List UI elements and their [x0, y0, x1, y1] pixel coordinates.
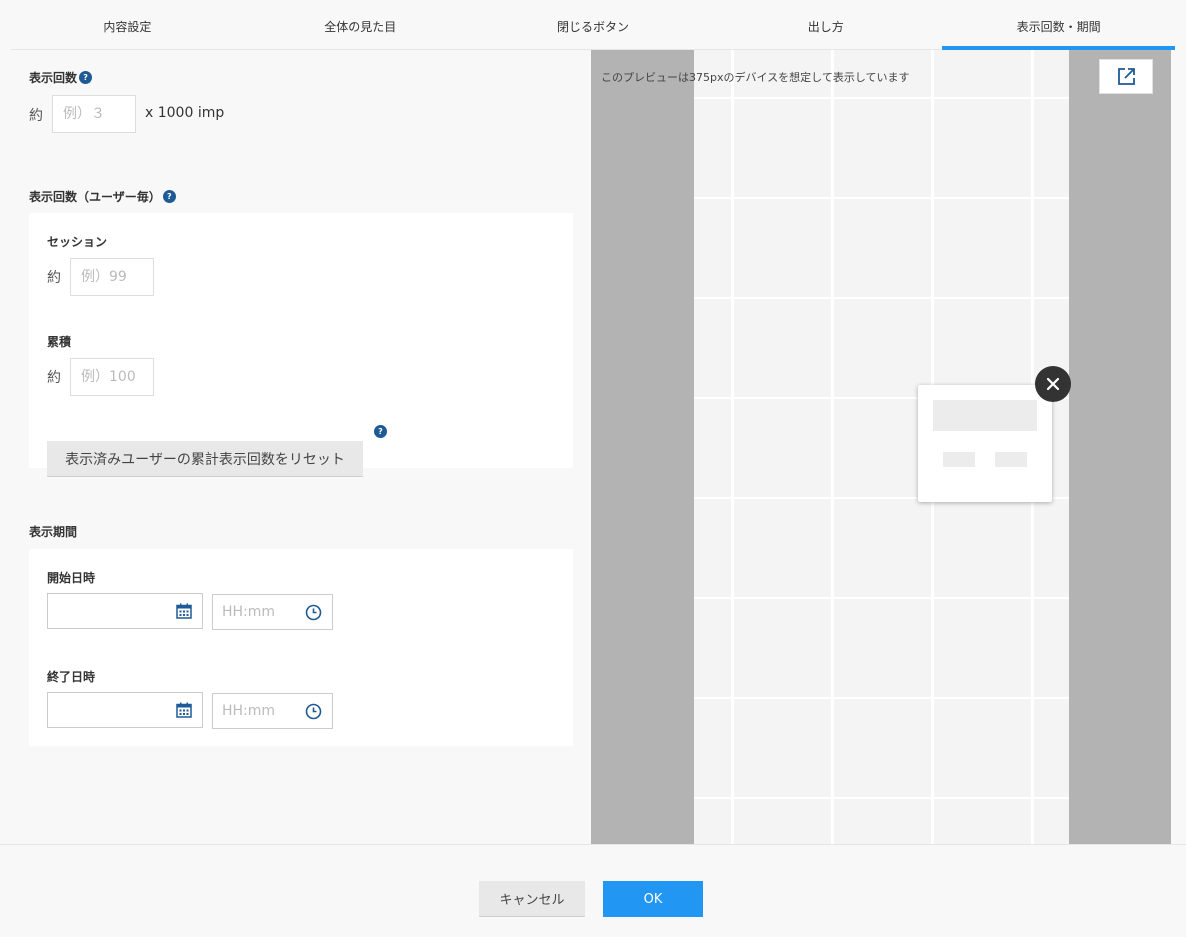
tab-close-button[interactable]: 閉じるボタン [477, 0, 710, 49]
tab-label: 内容設定 [103, 20, 152, 34]
cumulative-label: 累積 [47, 335, 72, 349]
placeholder-button [943, 452, 975, 467]
period-title: 表示期間 [29, 523, 77, 540]
placeholder-text-bar [933, 400, 1037, 431]
calendar-icon[interactable] [176, 702, 192, 718]
tab-display-method[interactable]: 出し方 [709, 0, 942, 49]
close-icon [1046, 377, 1060, 391]
close-button[interactable] [1035, 366, 1071, 402]
impressions-title: 表示回数 ? [29, 69, 93, 86]
footer: キャンセル OK [0, 844, 1186, 937]
help-icon[interactable]: ? [162, 190, 176, 203]
end-date-input[interactable] [47, 692, 203, 728]
session-label: セッション [47, 235, 108, 249]
start-datetime-label: 開始日時 [47, 571, 96, 585]
start-time-input[interactable]: HH:mm [212, 594, 333, 630]
end-time-placeholder: HH:mm [222, 703, 276, 719]
impressions-unit: x 1000 imp [145, 105, 225, 121]
approx-label: 約 [47, 370, 61, 386]
placeholder-button [995, 452, 1027, 467]
end-datetime-label: 終了日時 [47, 670, 96, 684]
popup-preview [918, 385, 1052, 502]
tab-label: 全体の見た目 [324, 20, 397, 34]
preview-note: このプレビューは375pxのデバイスを想定して表示しています [601, 71, 910, 84]
impressions-input[interactable] [52, 95, 136, 133]
start-time-placeholder: HH:mm [222, 604, 276, 620]
reset-cumulative-button[interactable]: 表示済みユーザーの累計表示回数をリセット [47, 441, 363, 477]
settings-pane: 表示回数 ? 約 x 1000 imp 表示回数（ユーザー毎） ? セッション … [0, 50, 591, 844]
tab-display-count-period[interactable]: 表示回数・期間 [942, 0, 1175, 50]
per-user-title-text: 表示回数（ユーザー毎） [29, 190, 161, 204]
open-external-button[interactable] [1099, 59, 1153, 94]
tab-overall-appearance[interactable]: 全体の見た目 [244, 0, 477, 49]
end-time-input[interactable]: HH:mm [212, 693, 333, 729]
period-card: 開始日時 HH:mm 終了日時 HH:mm [29, 549, 573, 746]
start-date-input[interactable] [47, 593, 203, 629]
tab-label: 出し方 [807, 20, 844, 34]
cumulative-input[interactable] [70, 358, 154, 396]
help-icon[interactable]: ? [79, 71, 93, 84]
device-preview [694, 50, 1071, 844]
preview-pane: このプレビューは375pxのデバイスを想定して表示しています [591, 50, 1171, 844]
external-link-icon [1117, 68, 1135, 85]
tab-label: 閉じるボタン [556, 20, 629, 34]
tab-bar: 内容設定 全体の見た目 閉じるボタン 出し方 表示回数・期間 [11, 0, 1175, 50]
calendar-icon[interactable] [176, 603, 192, 619]
per-user-card: セッション 約 累積 約 表示済みユーザーの累計表示回数をリセット ? [29, 213, 573, 477]
approx-label: 約 [47, 270, 61, 286]
period-title-text: 表示期間 [29, 525, 78, 539]
session-input[interactable] [70, 258, 154, 296]
help-icon[interactable]: ? [374, 425, 387, 438]
ok-button[interactable]: OK [603, 881, 703, 917]
per-user-title: 表示回数（ユーザー毎） ? [29, 188, 176, 205]
impressions-title-text: 表示回数 [29, 71, 78, 85]
cancel-button[interactable]: キャンセル [479, 881, 585, 917]
tab-label: 表示回数・期間 [1016, 20, 1101, 34]
tab-content-settings[interactable]: 内容設定 [11, 0, 244, 49]
approx-label: 約 [29, 108, 43, 124]
clock-icon[interactable] [305, 703, 322, 720]
clock-icon[interactable] [305, 604, 322, 621]
